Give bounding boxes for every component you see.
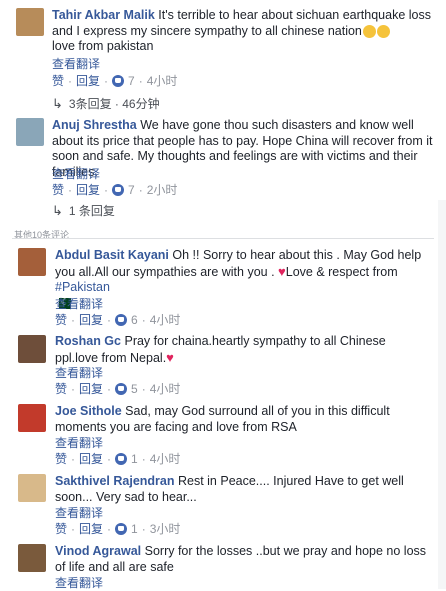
see-translation-link[interactable]: 查看翻译 [55,504,103,521]
comment-body: Tahir Akbar Malik It's terrible to hear … [52,8,437,55]
like-count[interactable]: 7 [128,183,135,197]
like-count[interactable]: 1 [131,522,138,536]
comment-actions: 赞 · 回复 · 7 · 2小时 [52,181,178,198]
see-translation-link[interactable]: 查看翻译 [52,165,100,182]
avatar[interactable] [16,118,44,146]
like-button[interactable]: 赞 [55,520,67,537]
section-divider [12,238,434,239]
replies-count[interactable]: 1 条回复 [69,202,115,219]
hashtag-link[interactable]: #Pakistan [55,280,110,294]
like-count-icon [115,382,128,395]
comment-actions: 赞 · 回复 · 1 · 4小时 [55,450,181,467]
like-count[interactable]: 7 [128,74,135,88]
like-count[interactable]: 1 [131,452,138,466]
comment-time[interactable]: 4小时 [150,450,181,467]
comment-body: Anuj Shrestha We have gone thou such dis… [52,118,437,180]
heart-icon: ♥ [166,349,174,365]
reply-button[interactable]: 回复 [76,181,100,198]
like-count-icon [115,452,128,465]
see-translation-link[interactable]: 查看翻译 [55,295,103,312]
comment-time[interactable]: 2小时 [147,181,178,198]
comment-actions: 赞 · 回复 · 7 · 4小时 [52,72,178,89]
avatar[interactable] [18,474,46,502]
comment-text-line2: love from pakistan [52,39,154,53]
avatar[interactable] [18,335,46,363]
comment-body: Abdul Basit Kayani Oh !! Sorry to hear a… [55,248,430,311]
view-replies-link[interactable]: ↳ 3条回复 · 46分钟 [52,95,160,112]
like-count-icon [115,313,128,326]
see-translation-link[interactable]: 查看翻译 [55,574,103,591]
reply-button[interactable]: 回复 [79,380,103,397]
comment-time[interactable]: 3小时 [150,520,181,537]
like-button[interactable]: 赞 [55,311,67,328]
comment-author[interactable]: Abdul Basit Kayani [55,248,169,262]
like-button[interactable]: 赞 [52,181,64,198]
comment-author[interactable]: Tahir Akbar Malik [52,8,155,22]
comment-actions: 赞 · 回复 · 1 · 3小时 [55,520,181,537]
comment-time[interactable]: 4小时 [147,72,178,89]
sad-emoji-icon [362,24,376,38]
reply-button[interactable]: 回复 [79,450,103,467]
like-count-icon [115,522,128,535]
avatar[interactable] [18,248,46,276]
like-count[interactable]: 6 [131,313,138,327]
like-button[interactable]: 赞 [55,450,67,467]
comment-body: Joe Sithole Sad, may God surround all of… [55,404,430,435]
comment-author[interactable]: Joe Sithole [55,404,122,418]
like-count[interactable]: 5 [131,382,138,396]
comment-body: Vinod Agrawal Sorry for the losses ..but… [55,544,430,575]
comment-author[interactable]: Vinod Agrawal [55,544,141,558]
see-translation-link[interactable]: 查看翻译 [52,55,100,72]
more-comments-label[interactable]: 其他10条评论 [14,228,69,241]
reply-arrow-icon: ↳ [52,95,63,111]
reply-button[interactable]: 回复 [79,311,103,328]
comment-author[interactable]: Roshan Gc [55,334,121,348]
avatar[interactable] [16,8,44,36]
scrollbar[interactable] [438,200,446,589]
comment-text-tail: Love & respect from [285,264,398,279]
sad-emoji-icon [376,24,390,38]
comment-actions: 赞 · 回复 · 6 · 4小时 [55,311,181,328]
comment-time[interactable]: 4小时 [150,311,181,328]
reply-arrow-icon: ↳ [52,202,63,218]
avatar[interactable] [18,544,46,572]
like-button[interactable]: 赞 [52,72,64,89]
see-translation-link[interactable]: 查看翻译 [55,364,103,381]
avatar[interactable] [18,404,46,432]
view-replies-link[interactable]: ↳ 1 条回复 [52,202,115,219]
like-button[interactable]: 赞 [55,380,67,397]
heart-icon: ♥ [278,263,286,279]
replies-count[interactable]: 3条回复 · 46分钟 [69,95,160,112]
comment-author[interactable]: Sakthivel Rajendran [55,474,175,488]
comment-body: Sakthivel Rajendran Rest in Peace.... In… [55,474,430,505]
comment-author[interactable]: Anuj Shrestha [52,118,137,132]
comment-time[interactable]: 4小时 [150,380,181,397]
like-count-icon [112,74,125,87]
reply-button[interactable]: 回复 [76,72,100,89]
comment-body: Roshan Gc Pray for chaina.heartly sympat… [55,334,430,366]
see-translation-link[interactable]: 查看翻译 [55,434,103,451]
like-count-icon [112,183,125,196]
reply-button[interactable]: 回复 [79,520,103,537]
comment-actions: 赞 · 回复 · 5 · 4小时 [55,380,181,397]
